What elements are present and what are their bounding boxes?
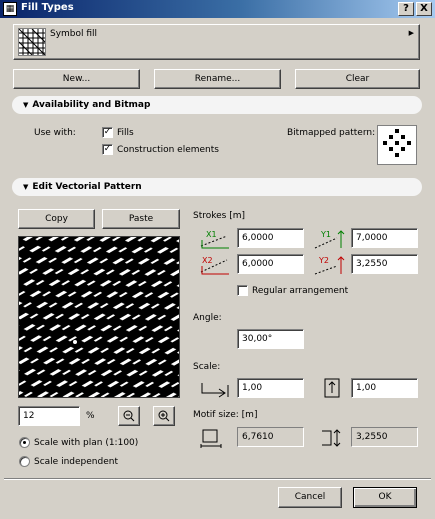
close-button[interactable]: X (416, 2, 432, 16)
x1-stroke-icon: X1 (200, 230, 229, 249)
zoom-out-icon (123, 410, 135, 422)
fills-checkbox[interactable]: ✓ (102, 127, 113, 138)
zoom-input[interactable]: 12 (18, 406, 80, 426)
scale-with-plan-radio[interactable] (19, 437, 30, 448)
angle-label: Angle: (193, 313, 222, 323)
zoom-unit: % (86, 411, 95, 421)
vertical-scale-icon (324, 378, 340, 398)
x2-icon-label: X2 (202, 256, 213, 265)
title-bar[interactable]: ▦ Fill Types ? X (0, 0, 435, 18)
regular-arrangement-checkbox[interactable] (237, 285, 248, 296)
rename-button[interactable]: Rename... (154, 69, 281, 89)
scale-independent-label: Scale independent (34, 457, 118, 467)
vectorial-header-text: Edit Vectorial Pattern (32, 182, 142, 192)
availability-section-header[interactable]: ▼ Availability and Bitmap (12, 96, 422, 114)
scale-label: Scale: (193, 362, 221, 372)
scale-y-input[interactable]: 1,00 (351, 378, 418, 398)
x1-icon-label: X1 (206, 230, 217, 239)
symbol-fill-thumbnail (18, 28, 46, 56)
construction-elements-checkbox[interactable]: ✓ (102, 144, 113, 155)
y1-stroke-icon: Y1 (314, 230, 345, 249)
fills-label: Fills (117, 128, 134, 138)
strokes-label: Strokes [m] (193, 211, 246, 221)
zoom-out-button[interactable] (118, 406, 140, 426)
y1-icon-label: Y1 (320, 230, 331, 239)
motif-size-label: Motif size: [m] (193, 410, 258, 420)
bitmapped-pattern-label: Bitmapped pattern: (287, 128, 376, 138)
angle-input[interactable]: 30,00° (237, 329, 304, 349)
fill-type-name: Symbol fill (50, 29, 98, 39)
scale-independent-radio[interactable] (19, 456, 30, 467)
regular-arrangement-label: Regular arrangement (252, 286, 349, 296)
availability-header-text: Availability and Bitmap (32, 100, 151, 110)
bitmapped-pattern-swatch[interactable] (377, 125, 417, 165)
help-button[interactable]: ? (398, 2, 414, 16)
dropdown-arrow-icon: ▶ (408, 29, 414, 37)
window-title: Fill Types (21, 2, 74, 13)
scale-with-plan-label: Scale with plan (1:100) (34, 438, 139, 448)
new-button[interactable]: New... (13, 69, 140, 89)
motif-width-icon (200, 429, 222, 448)
copy-button[interactable]: Copy (18, 209, 95, 229)
y2-icon-label: Y2 (318, 256, 329, 265)
motif-height-value: 3,2550 (351, 427, 418, 447)
x2-input[interactable]: 6,0000 (237, 254, 304, 274)
y1-input[interactable]: 7,0000 (351, 228, 418, 248)
x1-input[interactable]: 6,0000 (237, 228, 304, 248)
paste-button[interactable]: Paste (102, 209, 180, 229)
vectorial-section-header[interactable]: ▼ Edit Vectorial Pattern (12, 178, 422, 196)
motif-width-value: 6,7610 (237, 427, 304, 447)
zoom-in-button[interactable] (153, 406, 175, 426)
x2-stroke-icon: X2 (200, 256, 229, 275)
motif-height-icon (322, 429, 341, 447)
pattern-preview[interactable] (18, 236, 180, 398)
use-with-label: Use with: (34, 128, 76, 138)
y2-stroke-icon: Y2 (314, 256, 345, 275)
collapse-triangle-icon: ▼ (23, 183, 29, 191)
horizontal-scale-icon (201, 383, 229, 398)
ok-button[interactable]: OK (353, 487, 417, 508)
clear-button[interactable]: Clear (295, 69, 420, 89)
fill-type-selector[interactable]: Symbol fill ▶ (13, 24, 420, 60)
construction-elements-label: Construction elements (117, 145, 219, 155)
app-icon: ▦ (3, 2, 17, 16)
collapse-triangle-icon: ▼ (23, 101, 29, 109)
zoom-in-icon (158, 410, 170, 422)
scale-x-input[interactable]: 1,00 (237, 378, 304, 398)
footer-separator (4, 478, 431, 480)
cancel-button[interactable]: Cancel (278, 487, 342, 508)
y2-input[interactable]: 3,2550 (351, 254, 418, 274)
